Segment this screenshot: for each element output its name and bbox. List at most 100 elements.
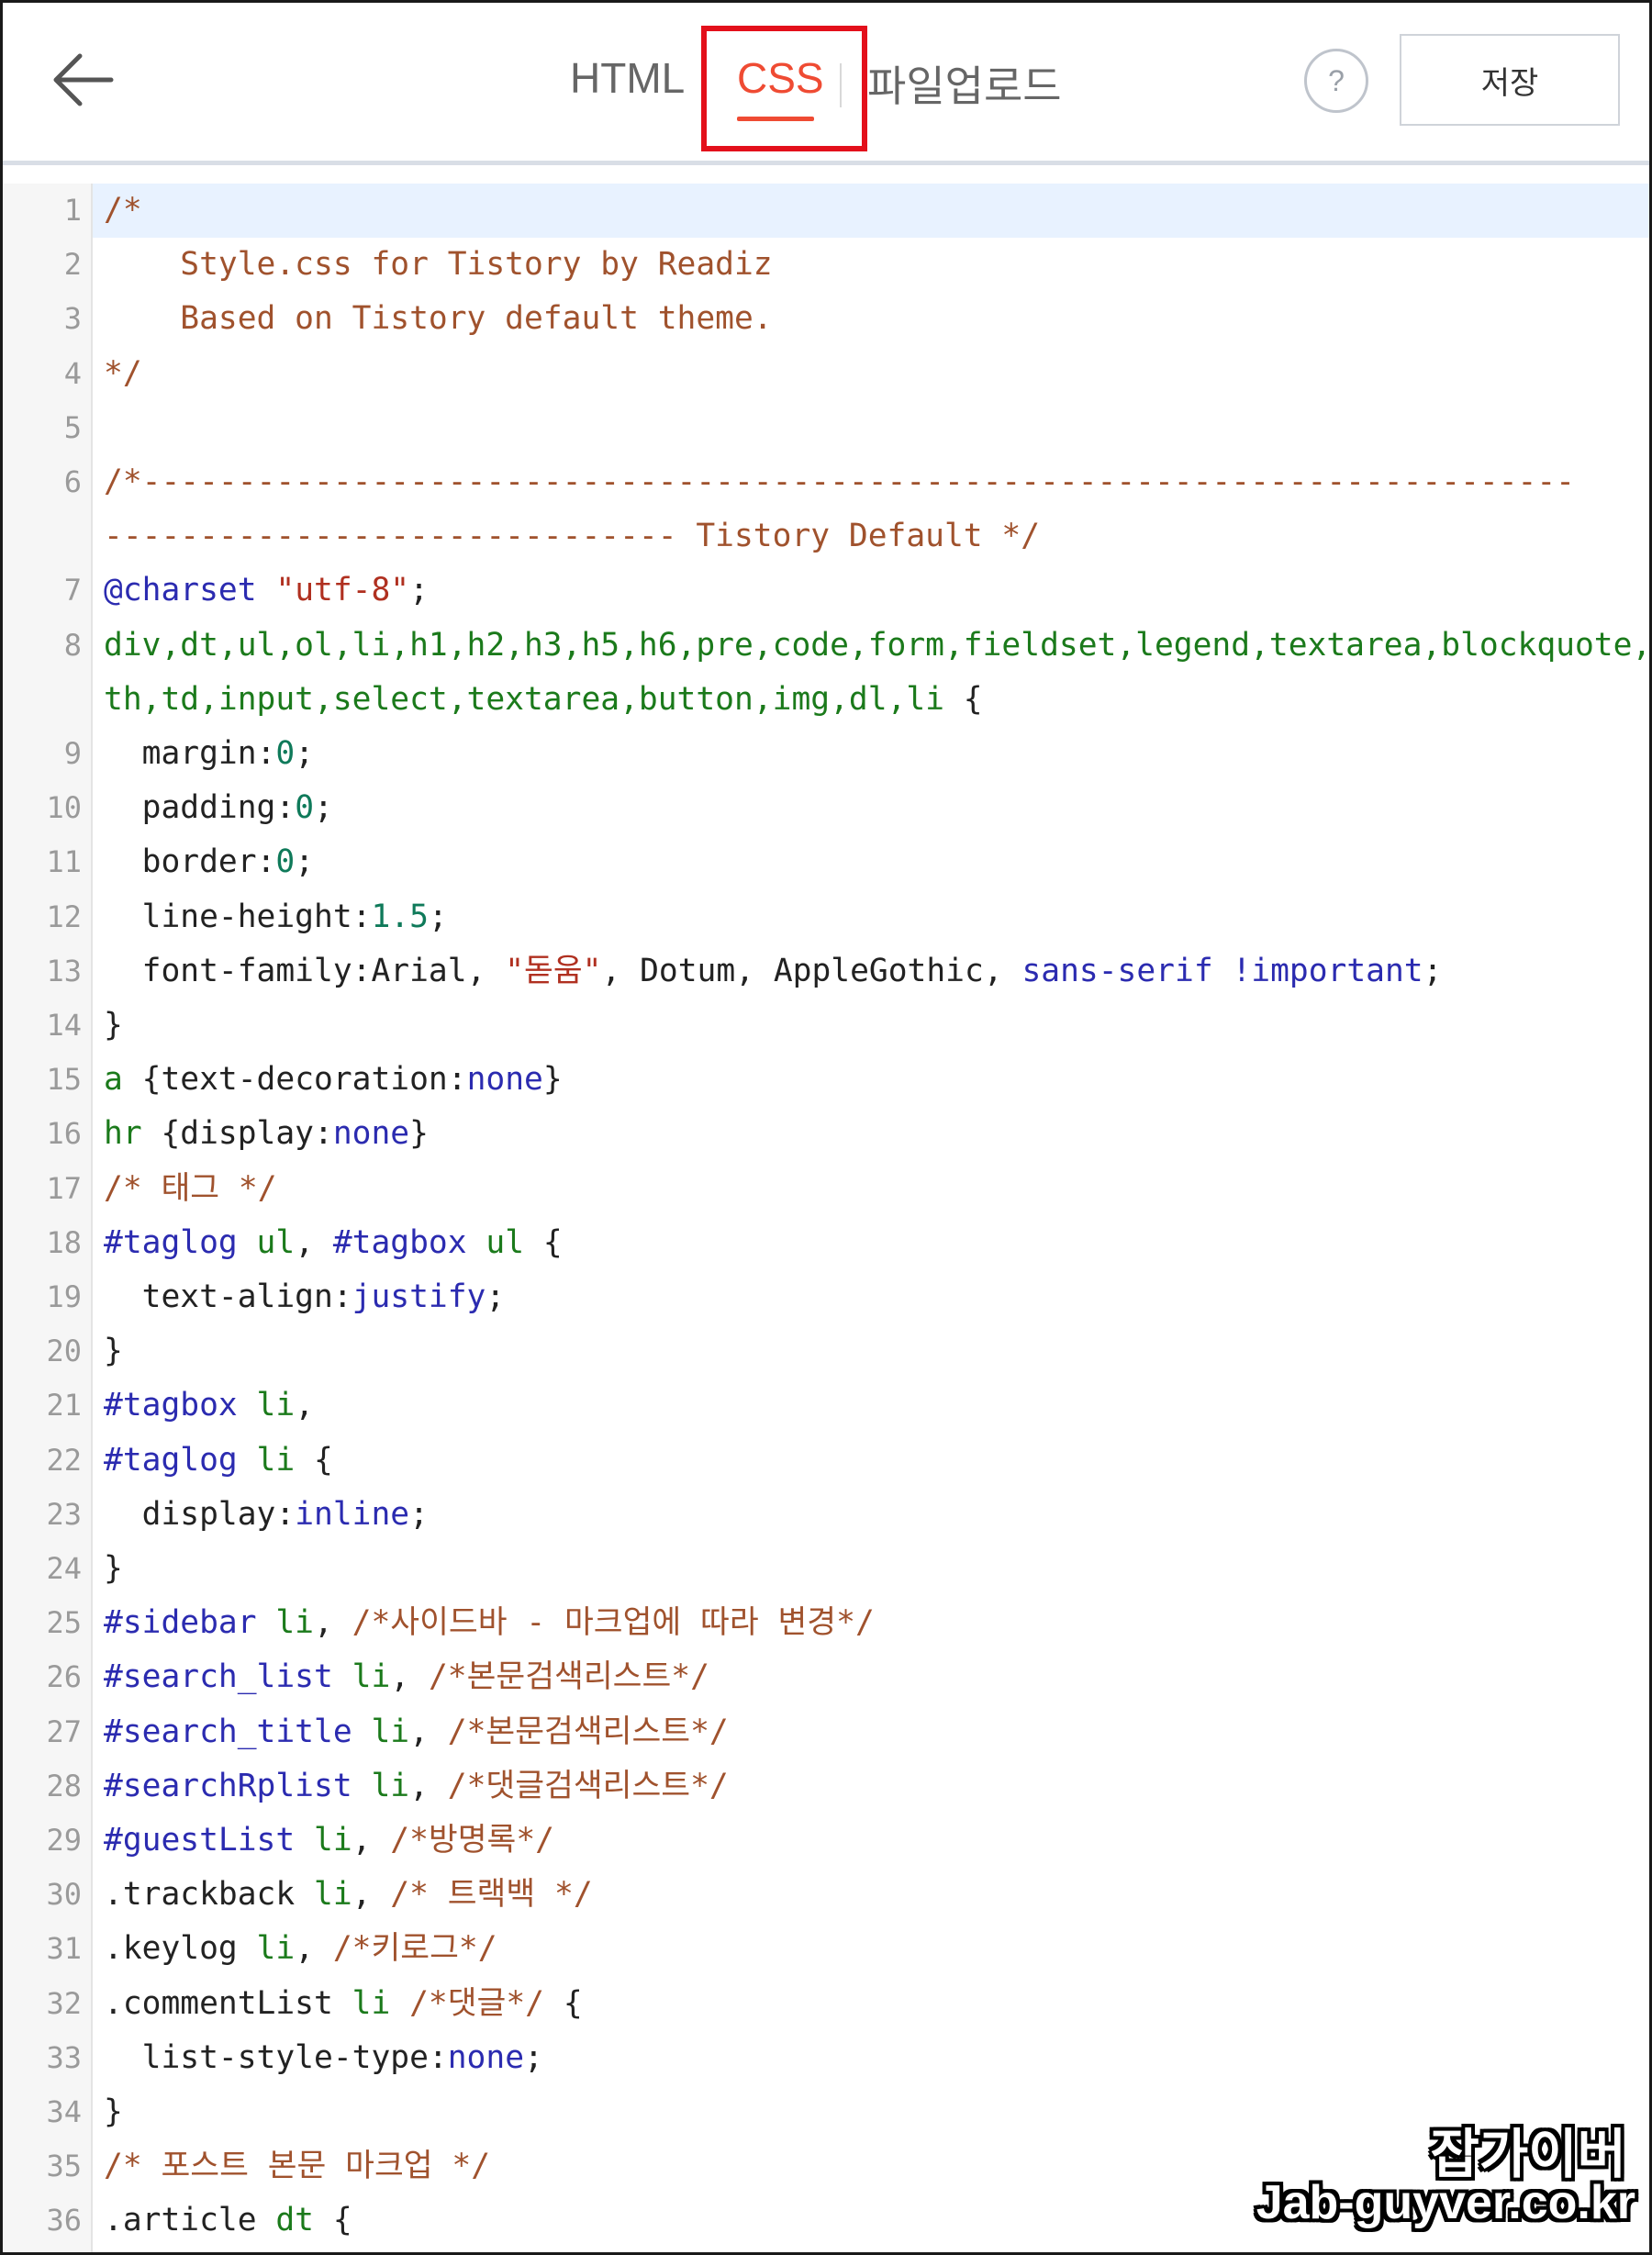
line-code: a {text-decoration:none}	[104, 1053, 563, 1107]
code-token: th,td,input,select,textarea,button,img,d…	[104, 680, 944, 718]
editor-header: HTML CSS 파일업로드 ? 저장	[3, 3, 1649, 165]
line-number: 26	[46, 1659, 82, 1695]
code-line[interactable]: th,td,input,select,textarea,button,img,d…	[3, 673, 1649, 727]
code-line[interactable]: 19 text-align:justify;	[3, 1270, 1649, 1324]
code-line[interactable]: 34}	[3, 2085, 1649, 2139]
code-token: #tagbox	[104, 1387, 238, 1424]
line-code: /*	[104, 184, 142, 238]
line-code: padding:0;	[104, 781, 333, 835]
code-line[interactable]: 1 /*	[3, 184, 1649, 238]
code-token: 1.5	[371, 898, 429, 935]
code-token: .article	[104, 2202, 257, 2239]
line-code: display:inline;	[104, 1488, 429, 1542]
code-token: .keylog	[104, 1930, 238, 1968]
tab-html[interactable]: HTML	[570, 53, 685, 103]
code-token: ,	[352, 1822, 391, 1859]
code-line[interactable]: 10 padding:0;	[3, 781, 1649, 835]
code-token: ul	[237, 1223, 296, 1261]
code-line[interactable]: 27 #search_title li, /*본문검색리스트*/	[3, 1705, 1649, 1759]
code-editor[interactable]: 1/* 2 Style.css for Tistory by Readiz 3 Ba…	[3, 184, 1649, 2252]
line-code: th,td,input,select,textarea,button,img,d…	[104, 673, 983, 727]
code-line[interactable]: 18 #taglog ul, #tagbox ul {	[3, 1216, 1649, 1270]
code-token: inline	[295, 1495, 410, 1533]
code-line[interactable]: 26 #search_list li, /*본문검색리스트*/	[3, 1650, 1649, 1704]
code-line[interactable]: 32 .commentList li /*댓글*/ {	[3, 1977, 1649, 2031]
code-token: line-height:	[104, 898, 372, 935]
code-line[interactable]: 9 margin:0;	[3, 727, 1649, 781]
code-line[interactable]: 14}	[3, 999, 1649, 1053]
line-code: Based on Tistory default theme.	[104, 292, 772, 346]
code-token: {display:	[141, 1115, 333, 1153]
code-token: justify	[352, 1278, 486, 1315]
line-number: 14	[46, 1008, 82, 1043]
code-line[interactable]: 7 @charset "utf-8";	[3, 564, 1649, 618]
line-code: #taglog ul, #tagbox ul {	[104, 1216, 563, 1270]
line-number: 2	[63, 247, 82, 283]
line-number: 27	[46, 1714, 82, 1749]
code-token: }	[104, 1007, 123, 1044]
line-code: div,dt,ul,ol,li,h1,h2,h3,h5,h6,pre,code,…	[104, 619, 1652, 673]
code-line[interactable]: 13 font-family:Arial, "돋움", Dotum, Apple…	[3, 944, 1649, 999]
code-line[interactable]: 29 #guestList li, /*방명록*/	[3, 1814, 1649, 1868]
line-number: 15	[46, 1062, 82, 1098]
code-token: none	[466, 1061, 543, 1099]
code-token: /* 포스트 본문 마크업 */	[104, 2148, 491, 2185]
code-line[interactable]: 6 /*-------------------------------------…	[3, 455, 1649, 509]
code-token: div,dt,ul,ol,li,h1,h2,h3,h5,h6,pre,code,…	[104, 626, 1652, 664]
code-token: "돋움"	[505, 952, 602, 989]
line-code: }	[104, 2085, 123, 2139]
code-line[interactable]: 23 display:inline;	[3, 1488, 1649, 1542]
code-token: }	[104, 2093, 123, 2130]
code-token: #searchRplist	[104, 1767, 352, 1804]
code-line[interactable]: 12 line-height:1.5;	[3, 890, 1649, 944]
code-token: li	[256, 1604, 315, 1642]
code-line[interactable]: 33 list-style-type:none;	[3, 2031, 1649, 2085]
line-number: 10	[46, 790, 82, 826]
save-button[interactable]: 저장	[1400, 34, 1620, 126]
code-token: li	[332, 1658, 391, 1696]
code-token: font-family:Arial,	[104, 952, 506, 989]
code-line[interactable]: 20}	[3, 1324, 1649, 1379]
code-line[interactable]: 31 .keylog li, /*키로그*/	[3, 1922, 1649, 1976]
code-line[interactable]: 22 #taglog li {	[3, 1434, 1649, 1488]
code-line[interactable]: 21 #tagbox li,	[3, 1379, 1649, 1433]
code-line[interactable]: 2 Style.css for Tistory by Readiz	[3, 238, 1649, 292]
code-line[interactable]: 30 .trackback li, /* 트랙백 */	[3, 1868, 1649, 1922]
back-arrow-icon[interactable]	[50, 50, 117, 109]
tab-file-upload[interactable]: 파일업로드	[867, 53, 1062, 114]
code-token: ;	[486, 1278, 506, 1315]
code-line[interactable]: 11 border:0;	[3, 835, 1649, 889]
line-code: /* 태그 */	[104, 1162, 277, 1216]
code-token: {	[524, 1223, 563, 1261]
line-number: 18	[46, 1224, 82, 1260]
code-token: li	[352, 1767, 410, 1804]
code-line[interactable]: 8 div,dt,ul,ol,li,h1,h2,h3,h5,h6,pre,code…	[3, 619, 1649, 673]
code-token: ,	[409, 1713, 448, 1750]
code-token: /*	[104, 192, 142, 229]
code-token: , Dotum, AppleGothic,	[601, 952, 1022, 989]
line-code: }	[104, 1542, 123, 1596]
code-line[interactable]: 5	[3, 401, 1649, 455]
code-token: #taglog	[104, 1441, 238, 1479]
code-token: list-style-type:	[104, 2038, 448, 2076]
code-line[interactable]: 4 */	[3, 347, 1649, 401]
css-tab-highlight-box	[701, 26, 867, 151]
line-code: ------------------------------ Tistory D…	[104, 509, 1040, 564]
line-number: 33	[46, 2039, 82, 2075]
code-token: /*키로그*/	[332, 1930, 497, 1968]
code-line[interactable]: 16 hr {display:none}	[3, 1107, 1649, 1161]
line-number: 36	[46, 2203, 82, 2238]
line-number: 34	[46, 2094, 82, 2129]
code-token: border:	[104, 843, 276, 881]
code-token: /* 태그 */	[104, 1169, 277, 1207]
code-line[interactable]: 28 #searchRplist li, /*댓글검색리스트*/	[3, 1759, 1649, 1814]
code-line[interactable]: 17 /* 태그 */	[3, 1162, 1649, 1216]
code-line[interactable]: 25 #sidebar li, /*사이드바 - 마크업에 따라 변경*/	[3, 1596, 1649, 1650]
code-line[interactable]: 3 Based on Tistory default theme.	[3, 292, 1649, 346]
code-line[interactable]: 15 a {text-decoration:none}	[3, 1053, 1649, 1107]
code-line[interactable]: 24}	[3, 1542, 1649, 1596]
line-code: .article dt {	[104, 2194, 352, 2248]
code-token: li	[237, 1441, 296, 1479]
code-line[interactable]: ------------------------------ Tistory D…	[3, 509, 1649, 564]
help-icon[interactable]: ?	[1304, 49, 1368, 113]
